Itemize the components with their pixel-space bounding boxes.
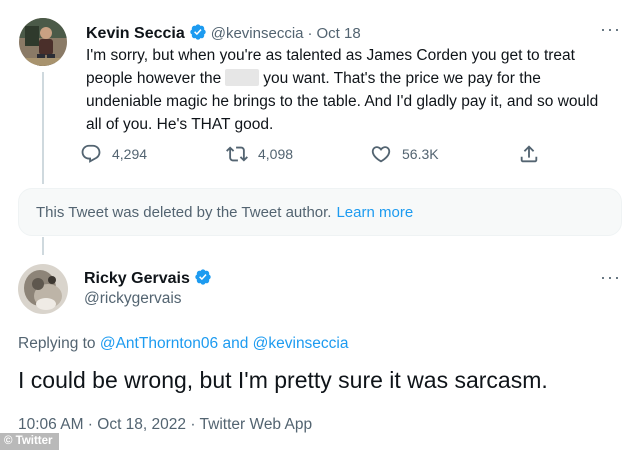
avatar-kevin-seccia[interactable]	[19, 18, 67, 66]
heart-icon	[371, 146, 391, 163]
tweet1-handle[interactable]: @kevinseccia	[211, 25, 304, 42]
reply-button[interactable]: 4,294	[80, 143, 147, 165]
tweet1-separator: ·	[307, 25, 313, 42]
replying-prefix: Replying to	[18, 335, 96, 352]
deleted-tweet-message: This Tweet was deleted by the Tweet auth…	[36, 203, 332, 221]
tweet1-date[interactable]: Oct 18	[317, 25, 361, 42]
tweet1-more-options-icon[interactable]: ···	[600, 20, 621, 38]
share-button[interactable]	[518, 143, 550, 165]
learn-more-link[interactable]: Learn more	[336, 204, 413, 221]
replying-user-kevinseccia[interactable]: @kevinseccia	[253, 335, 349, 352]
replying-to-line: Replying to @AntThornton06 and @kevinsec…	[18, 335, 349, 353]
like-button[interactable]: 56.3K	[370, 143, 439, 165]
tweet2-text: I could be wrong, but I'm pretty sure it…	[18, 367, 548, 393]
retweet-button[interactable]: 4,098	[226, 143, 293, 165]
like-count: 56.3K	[402, 146, 439, 162]
verified-badge-icon	[195, 269, 211, 285]
thread-connector-line	[42, 72, 44, 184]
tweet2-header: Ricky Gervais	[84, 268, 212, 288]
tweet2-timestamp-source[interactable]: 10:06 AM · Oct 18, 2022 · Twitter Web Ap…	[18, 416, 312, 434]
tweet1-text: I'm sorry, but when you're as talented a…	[86, 44, 606, 136]
thread-connector-line-2	[42, 237, 44, 255]
reply-icon	[81, 144, 101, 163]
censored-word-blur	[225, 69, 260, 86]
image-credit: © Twitter	[0, 433, 59, 450]
verified-badge-icon	[190, 24, 206, 40]
retweet-count: 4,098	[258, 146, 294, 162]
tweet1-display-name[interactable]: Kevin Seccia	[86, 25, 185, 42]
tweet2-display-name[interactable]: Ricky Gervais	[84, 270, 190, 287]
reply-count: 4,294	[112, 146, 148, 162]
tweet2-handle[interactable]: @rickygervais	[84, 290, 182, 308]
deleted-tweet-notice: This Tweet was deleted by the Tweet auth…	[18, 188, 622, 236]
tweet1-header: Kevin Seccia @kevinseccia · Oct 18	[86, 23, 361, 43]
avatar-ricky-gervais[interactable]	[18, 264, 68, 314]
replying-and: and	[222, 335, 249, 352]
replying-user-antthornton06[interactable]: @AntThornton06	[100, 335, 218, 352]
retweet-icon	[226, 146, 248, 162]
tweet2-more-options-icon[interactable]: ···	[600, 268, 621, 286]
share-icon	[520, 145, 538, 163]
